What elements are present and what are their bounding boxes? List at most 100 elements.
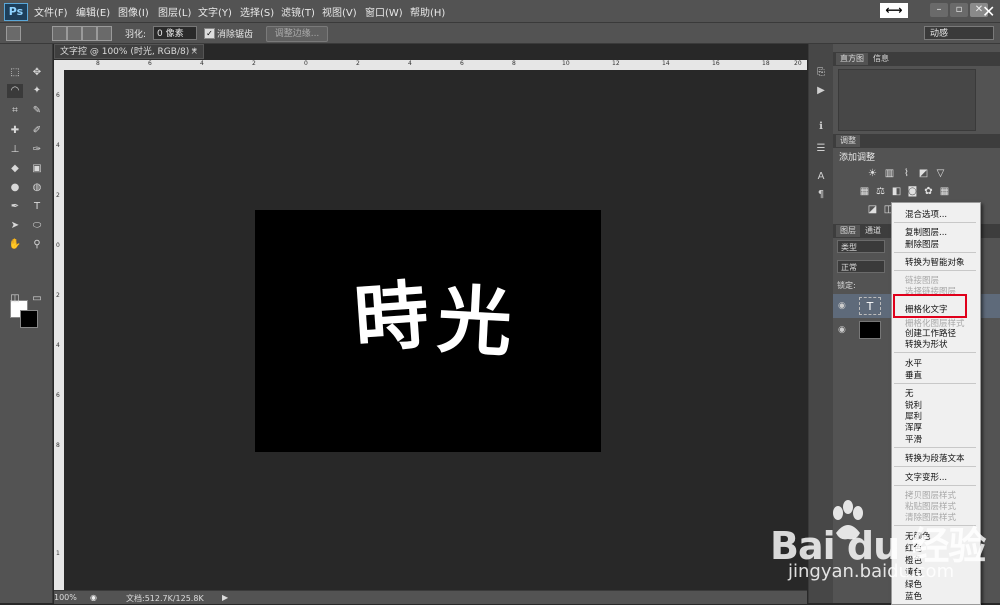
text-glyph-guang: 光 — [435, 277, 514, 367]
properties-panel-icon[interactable]: ☰ — [814, 142, 828, 156]
crop-tool-icon[interactable]: ⌗ — [7, 104, 23, 118]
brush-tool-icon[interactable]: ✐ — [29, 124, 45, 138]
ctx-aa-strong[interactable]: 浑厚 — [905, 421, 922, 433]
menu-layer[interactable]: 图层(L) — [158, 4, 191, 19]
character-panel-icon[interactable]: A — [814, 170, 828, 184]
menu-window[interactable]: 窗口(W) — [365, 4, 403, 19]
clone-stamp-icon[interactable]: ⊥ — [7, 143, 23, 157]
ellipse-tool-icon[interactable]: ⬭ — [29, 219, 45, 233]
menu-image[interactable]: 图像(I) — [118, 4, 149, 19]
visibility-eye-icon[interactable]: ◉ — [838, 325, 846, 335]
photoshop-logo: Ps — [4, 3, 28, 21]
quick-mask-icon[interactable]: ◫ — [7, 292, 23, 306]
background-color-swatch[interactable] — [20, 310, 38, 328]
ctx-convert-to-shape[interactable]: 转换为形状 — [905, 338, 948, 350]
tab-channels[interactable]: 通道 — [861, 225, 885, 237]
photo-filter-icon[interactable]: ◙ — [907, 186, 918, 197]
color-lookup-icon[interactable]: ▦ — [939, 186, 950, 197]
visibility-eye-icon[interactable]: ◉ — [838, 301, 846, 311]
ctx-convert-smart-object[interactable]: 转换为智能对象 — [905, 256, 965, 268]
intersect-selection-icon[interactable] — [97, 26, 112, 41]
menu-view[interactable]: 视图(V) — [322, 4, 357, 19]
ruler-label: 14 — [662, 60, 670, 67]
exposure-icon[interactable]: ◩ — [918, 168, 929, 179]
channel-mixer-icon[interactable]: ✿ — [923, 186, 934, 197]
hue-saturation-icon[interactable]: ▦ — [859, 186, 870, 197]
eyedropper-icon[interactable]: ✎ — [29, 104, 45, 118]
workspace-select[interactable]: 动感 — [924, 26, 994, 40]
ruler-label: 8 — [96, 60, 100, 67]
ctx-convert-paragraph[interactable]: 转换为段落文本 — [905, 452, 965, 464]
tab-layers[interactable]: 图层 — [836, 225, 860, 237]
menu-file[interactable]: 文件(F) — [34, 4, 68, 19]
zoom-tool-icon[interactable]: ⚲ — [29, 238, 45, 252]
paragraph-panel-icon[interactable]: ¶ — [814, 188, 828, 202]
layer-kind-filter[interactable]: 类型 — [837, 240, 885, 253]
eraser-tool-icon[interactable]: ◆ — [7, 162, 23, 176]
gradient-tool-icon[interactable]: ▣ — [29, 162, 45, 176]
pen-tool-icon[interactable]: ✒ — [7, 200, 23, 214]
blur-tool-icon[interactable]: ● — [7, 181, 23, 195]
lasso-preset-icon[interactable] — [6, 26, 21, 41]
path-select-icon[interactable]: ➤ — [7, 219, 23, 233]
color-balance-icon[interactable]: ⚖ — [875, 186, 886, 197]
ruler-label: 2 — [356, 60, 360, 67]
move-tool-icon[interactable]: ✥ — [29, 66, 45, 80]
history-brush-icon[interactable]: ✑ — [29, 143, 45, 157]
status-info-icon[interactable]: ◉ — [90, 593, 97, 602]
refine-edge-button[interactable]: 调整边缘... — [266, 26, 328, 42]
menu-type[interactable]: 文字(Y) — [198, 4, 232, 19]
antialias-checkbox[interactable]: ✓ — [204, 28, 215, 39]
dodge-tool-icon[interactable]: ◍ — [29, 181, 45, 195]
ruler-label: 20 — [794, 60, 802, 67]
vibrance-icon[interactable]: ▽ — [935, 168, 946, 179]
brightness-icon[interactable]: ☀ — [867, 168, 878, 179]
add-selection-icon[interactable] — [67, 26, 82, 41]
ctx-duplicate-layer[interactable]: 复制图层... — [905, 226, 947, 238]
rasterize-highlight-box — [893, 294, 967, 318]
close-tab-icon[interactable]: × — [190, 45, 198, 60]
document-tab[interactable]: 文字控 @ 100% (时光, RGB/8) * × — [54, 44, 204, 59]
levels-icon[interactable]: ▥ — [884, 168, 895, 179]
background-layer-thumb — [859, 321, 881, 339]
info-panel-icon[interactable]: ℹ — [814, 120, 828, 134]
ctx-warp-text[interactable]: 文字变形... — [905, 471, 947, 483]
history-panel-icon[interactable]: ⎘ — [814, 66, 828, 80]
minimize-button[interactable]: – — [930, 3, 948, 17]
menu-select[interactable]: 选择(S) — [240, 4, 274, 19]
tab-histogram[interactable]: 直方图 — [836, 53, 868, 65]
healing-brush-icon[interactable]: ✚ — [7, 124, 23, 138]
invert-icon[interactable]: ◪ — [867, 204, 878, 215]
ctx-blending-options[interactable]: 混合选项... — [905, 208, 947, 220]
ctx-delete-layer[interactable]: 删除图层 — [905, 238, 939, 250]
ruler-label: 8 — [512, 60, 516, 67]
new-selection-icon[interactable] — [52, 26, 67, 41]
ctx-vertical[interactable]: 垂直 — [905, 369, 922, 381]
curves-icon[interactable]: ⌇ — [901, 168, 912, 179]
ctx-aa-smooth[interactable]: 平滑 — [905, 433, 922, 445]
ctx-aa-none[interactable]: 无 — [905, 387, 914, 399]
restore-button[interactable]: ▫ — [950, 3, 968, 17]
ctx-horizontal[interactable]: 水平 — [905, 357, 922, 369]
type-tool-icon[interactable]: T — [29, 200, 45, 214]
menu-filter[interactable]: 滤镜(T) — [281, 4, 315, 19]
menu-help[interactable]: 帮助(H) — [410, 4, 445, 19]
menu-edit[interactable]: 编辑(E) — [76, 4, 110, 19]
lasso-tool-icon[interactable]: ◠ — [7, 84, 23, 98]
blend-mode-select[interactable]: 正常 — [837, 260, 885, 273]
hand-tool-icon[interactable]: ✋ — [7, 238, 23, 252]
ruler-label: 4 — [200, 60, 204, 67]
ctx-color-blue[interactable]: 蓝色 — [905, 590, 922, 602]
status-menu-arrow-icon[interactable]: ▶ — [222, 593, 228, 602]
tab-info[interactable]: 信息 — [869, 53, 893, 65]
app-close-icon[interactable]: ✕ — [982, 2, 995, 21]
subtract-selection-icon[interactable] — [82, 26, 97, 41]
actions-play-icon[interactable]: ▶ — [814, 84, 828, 98]
magic-wand-icon[interactable]: ✦ — [29, 84, 45, 98]
marquee-tool-icon[interactable]: ⬚ — [7, 66, 23, 80]
screen-mode-icon[interactable]: ▭ — [29, 292, 45, 306]
black-white-icon[interactable]: ◧ — [891, 186, 902, 197]
feather-input[interactable]: 0 像素 — [153, 26, 197, 40]
zoom-level[interactable]: 100% — [54, 593, 77, 602]
tab-adjustments[interactable]: 调整 — [836, 135, 860, 147]
